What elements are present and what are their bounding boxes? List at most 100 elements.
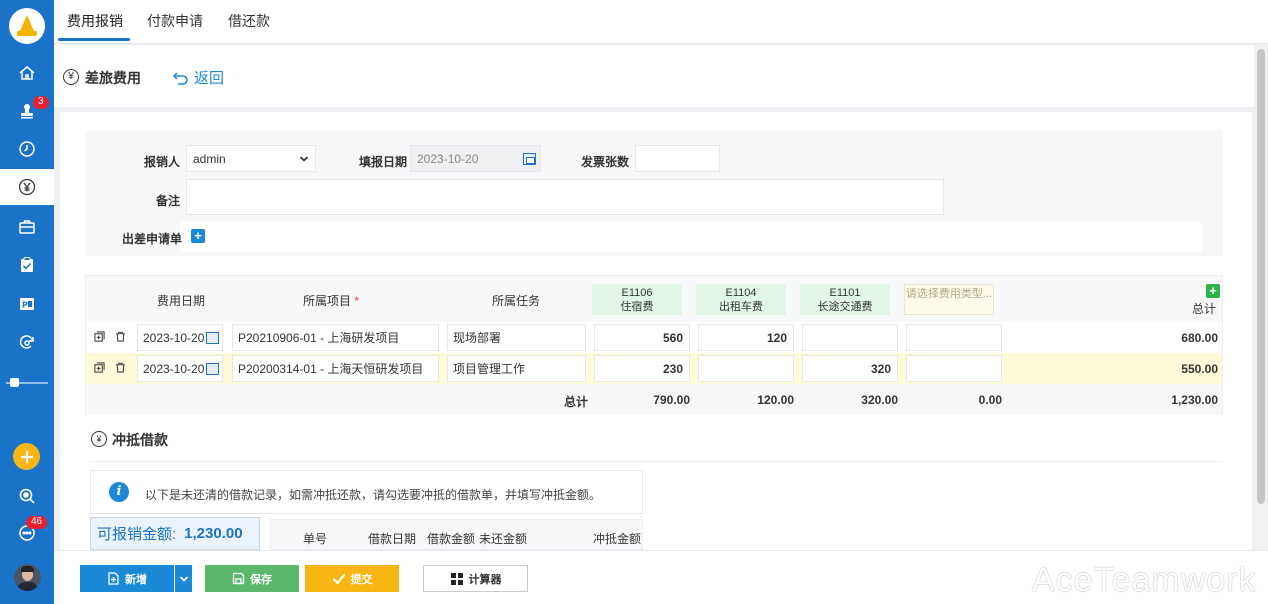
- row-extra-input[interactable]: [906, 355, 1002, 382]
- table-row: 2023-10-20 P20210906-01 - 上海研发项目 现场部署 56…: [86, 322, 1222, 353]
- new-label: 新增: [125, 573, 147, 586]
- new-dropdown-toggle[interactable]: [174, 565, 192, 592]
- col-name: 出租车费: [719, 301, 763, 313]
- footer-e1106: 790.00: [653, 393, 690, 407]
- tab-payment-request[interactable]: 付款申请: [147, 11, 203, 31]
- avatar[interactable]: [14, 564, 41, 591]
- col-code: E1106: [621, 287, 653, 299]
- top-tabs: 费用报销 付款申请 借还款: [54, 0, 1268, 44]
- chevron-down-icon: [299, 156, 309, 162]
- available-amount: 可报销金额: 1,230.00: [90, 517, 260, 550]
- yen-icon: ¥: [63, 69, 79, 85]
- footer-extra: 0.00: [978, 393, 1002, 407]
- yen-icon[interactable]: [0, 169, 54, 205]
- row-task-field[interactable]: 项目管理工作: [447, 355, 586, 382]
- slider-icon[interactable]: [6, 378, 48, 387]
- clipboard-icon[interactable]: [0, 247, 54, 283]
- loan-header-unpaid: 未还金额: [479, 532, 528, 546]
- trash-icon[interactable]: [115, 331, 126, 342]
- row-project-field[interactable]: P20200314-01 - 上海天恒研发项目: [232, 355, 439, 382]
- save-label: 保存: [250, 573, 272, 586]
- tab-expense-reimbursement[interactable]: 费用报销: [67, 11, 123, 31]
- check-icon: [332, 573, 345, 584]
- calculator-icon: [450, 572, 463, 585]
- expense-col-e1101[interactable]: E1101 长途交通费: [800, 284, 890, 315]
- col-name: 长途交通费: [817, 301, 873, 313]
- footer-total: 1,230.00: [1171, 393, 1218, 407]
- header-project: 所属项目: [302, 294, 351, 308]
- remark-label: 备注: [155, 194, 180, 208]
- active-tab-indicator: [58, 38, 130, 41]
- reporter-label: 报销人: [143, 155, 180, 169]
- row-e1106-input[interactable]: 230: [594, 355, 690, 382]
- app-logo[interactable]: [9, 8, 45, 44]
- row-e1104-input[interactable]: 120: [698, 324, 794, 351]
- clock-icon[interactable]: [0, 131, 54, 167]
- back-link[interactable]: 返回: [172, 67, 224, 88]
- row-extra-input[interactable]: [906, 324, 1002, 351]
- invoice-label: 发票张数: [580, 155, 629, 169]
- calendar-icon: [206, 332, 219, 344]
- row-date: 2023-10-20: [143, 330, 205, 345]
- col-code: E1104: [725, 287, 757, 299]
- loan-header-amount: 借款金额: [427, 532, 476, 546]
- available-value: 1,230.00: [184, 525, 243, 542]
- copy-icon[interactable]: [94, 362, 105, 373]
- scrollbar-thumb[interactable]: [1257, 49, 1265, 504]
- loan-header-offset: 冲抵金额: [593, 532, 642, 546]
- row-project-field[interactable]: P20210906-01 - 上海研发项目: [232, 324, 439, 351]
- table-footer-row: 总计 790.00 120.00 320.00 0.00 1,230.00: [86, 384, 1222, 415]
- row-task-field[interactable]: 现场部署: [447, 324, 586, 351]
- save-icon: [232, 572, 245, 585]
- expense-col-e1104[interactable]: E1104 出租车费: [696, 284, 786, 315]
- save-button[interactable]: 保存: [205, 565, 299, 592]
- row-e1101-input[interactable]: 320: [802, 355, 898, 382]
- home-icon[interactable]: [0, 55, 54, 91]
- submit-button[interactable]: 提交: [305, 565, 399, 592]
- col-name: 住宿费: [620, 301, 654, 313]
- footer-label: 总计: [563, 395, 588, 409]
- invoice-count-input[interactable]: [635, 145, 720, 172]
- refresh-icon[interactable]: [0, 324, 54, 360]
- info-icon: i: [109, 482, 129, 502]
- row-e1106-input[interactable]: 560: [594, 324, 690, 351]
- row-date: 2023-10-20: [143, 361, 205, 376]
- vertical-scrollbar[interactable]: [1255, 45, 1268, 550]
- ppt-icon[interactable]: P: [0, 286, 54, 322]
- search-icon[interactable]: [0, 478, 54, 514]
- briefcase-icon[interactable]: [0, 209, 54, 245]
- stamp-badge: 3: [33, 96, 49, 109]
- expense-col-e1106[interactable]: E1106 住宿费: [592, 284, 682, 315]
- date-label: 填报日期: [358, 155, 407, 169]
- row-total: 680.00: [1181, 331, 1218, 345]
- copy-icon[interactable]: [94, 331, 105, 342]
- page-title: 差旅费用: [85, 70, 141, 86]
- table-header: 费用日期 所属项目 * 所属任务 E1106 住宿费 E1104 出租车费 E110…: [86, 276, 1222, 322]
- expense-type-select[interactable]: 请选择费用类型...: [904, 284, 994, 315]
- back-arrow-icon: [172, 71, 188, 85]
- row-date-field[interactable]: 2023-10-20: [137, 324, 223, 351]
- add-trip-request-button[interactable]: +: [191, 229, 205, 243]
- footer-e1104: 120.00: [757, 393, 794, 407]
- calendar-icon: [206, 363, 219, 375]
- loan-header-date: 借款日期: [368, 532, 417, 546]
- trash-icon[interactable]: [115, 362, 126, 373]
- row-e1104-input[interactable]: [698, 355, 794, 382]
- chevron-down-icon: [179, 575, 188, 582]
- calculator-button[interactable]: 计算器: [423, 565, 528, 592]
- header-date: 费用日期: [156, 294, 205, 308]
- tab-loan-repayment[interactable]: 借还款: [228, 11, 270, 31]
- row-e1101-input[interactable]: [802, 324, 898, 351]
- reporter-select[interactable]: admin: [186, 145, 316, 172]
- add-expense-column-button[interactable]: +: [1206, 284, 1220, 298]
- remark-input[interactable]: [186, 179, 944, 215]
- date-value: 2023-10-20: [417, 151, 479, 166]
- svg-text:P: P: [22, 301, 28, 310]
- trip-request-label: 出差申请单: [121, 232, 182, 246]
- row-date-field[interactable]: 2023-10-20: [137, 355, 223, 382]
- plus-icon[interactable]: [13, 443, 40, 470]
- submit-label: 提交: [350, 573, 373, 586]
- expense-form: 报销人 admin 填报日期 2023-10-20 发票张数 备注 出差申请单 …: [85, 130, 1223, 256]
- new-button[interactable]: 新增: [80, 565, 174, 592]
- calendar-icon: [523, 153, 536, 165]
